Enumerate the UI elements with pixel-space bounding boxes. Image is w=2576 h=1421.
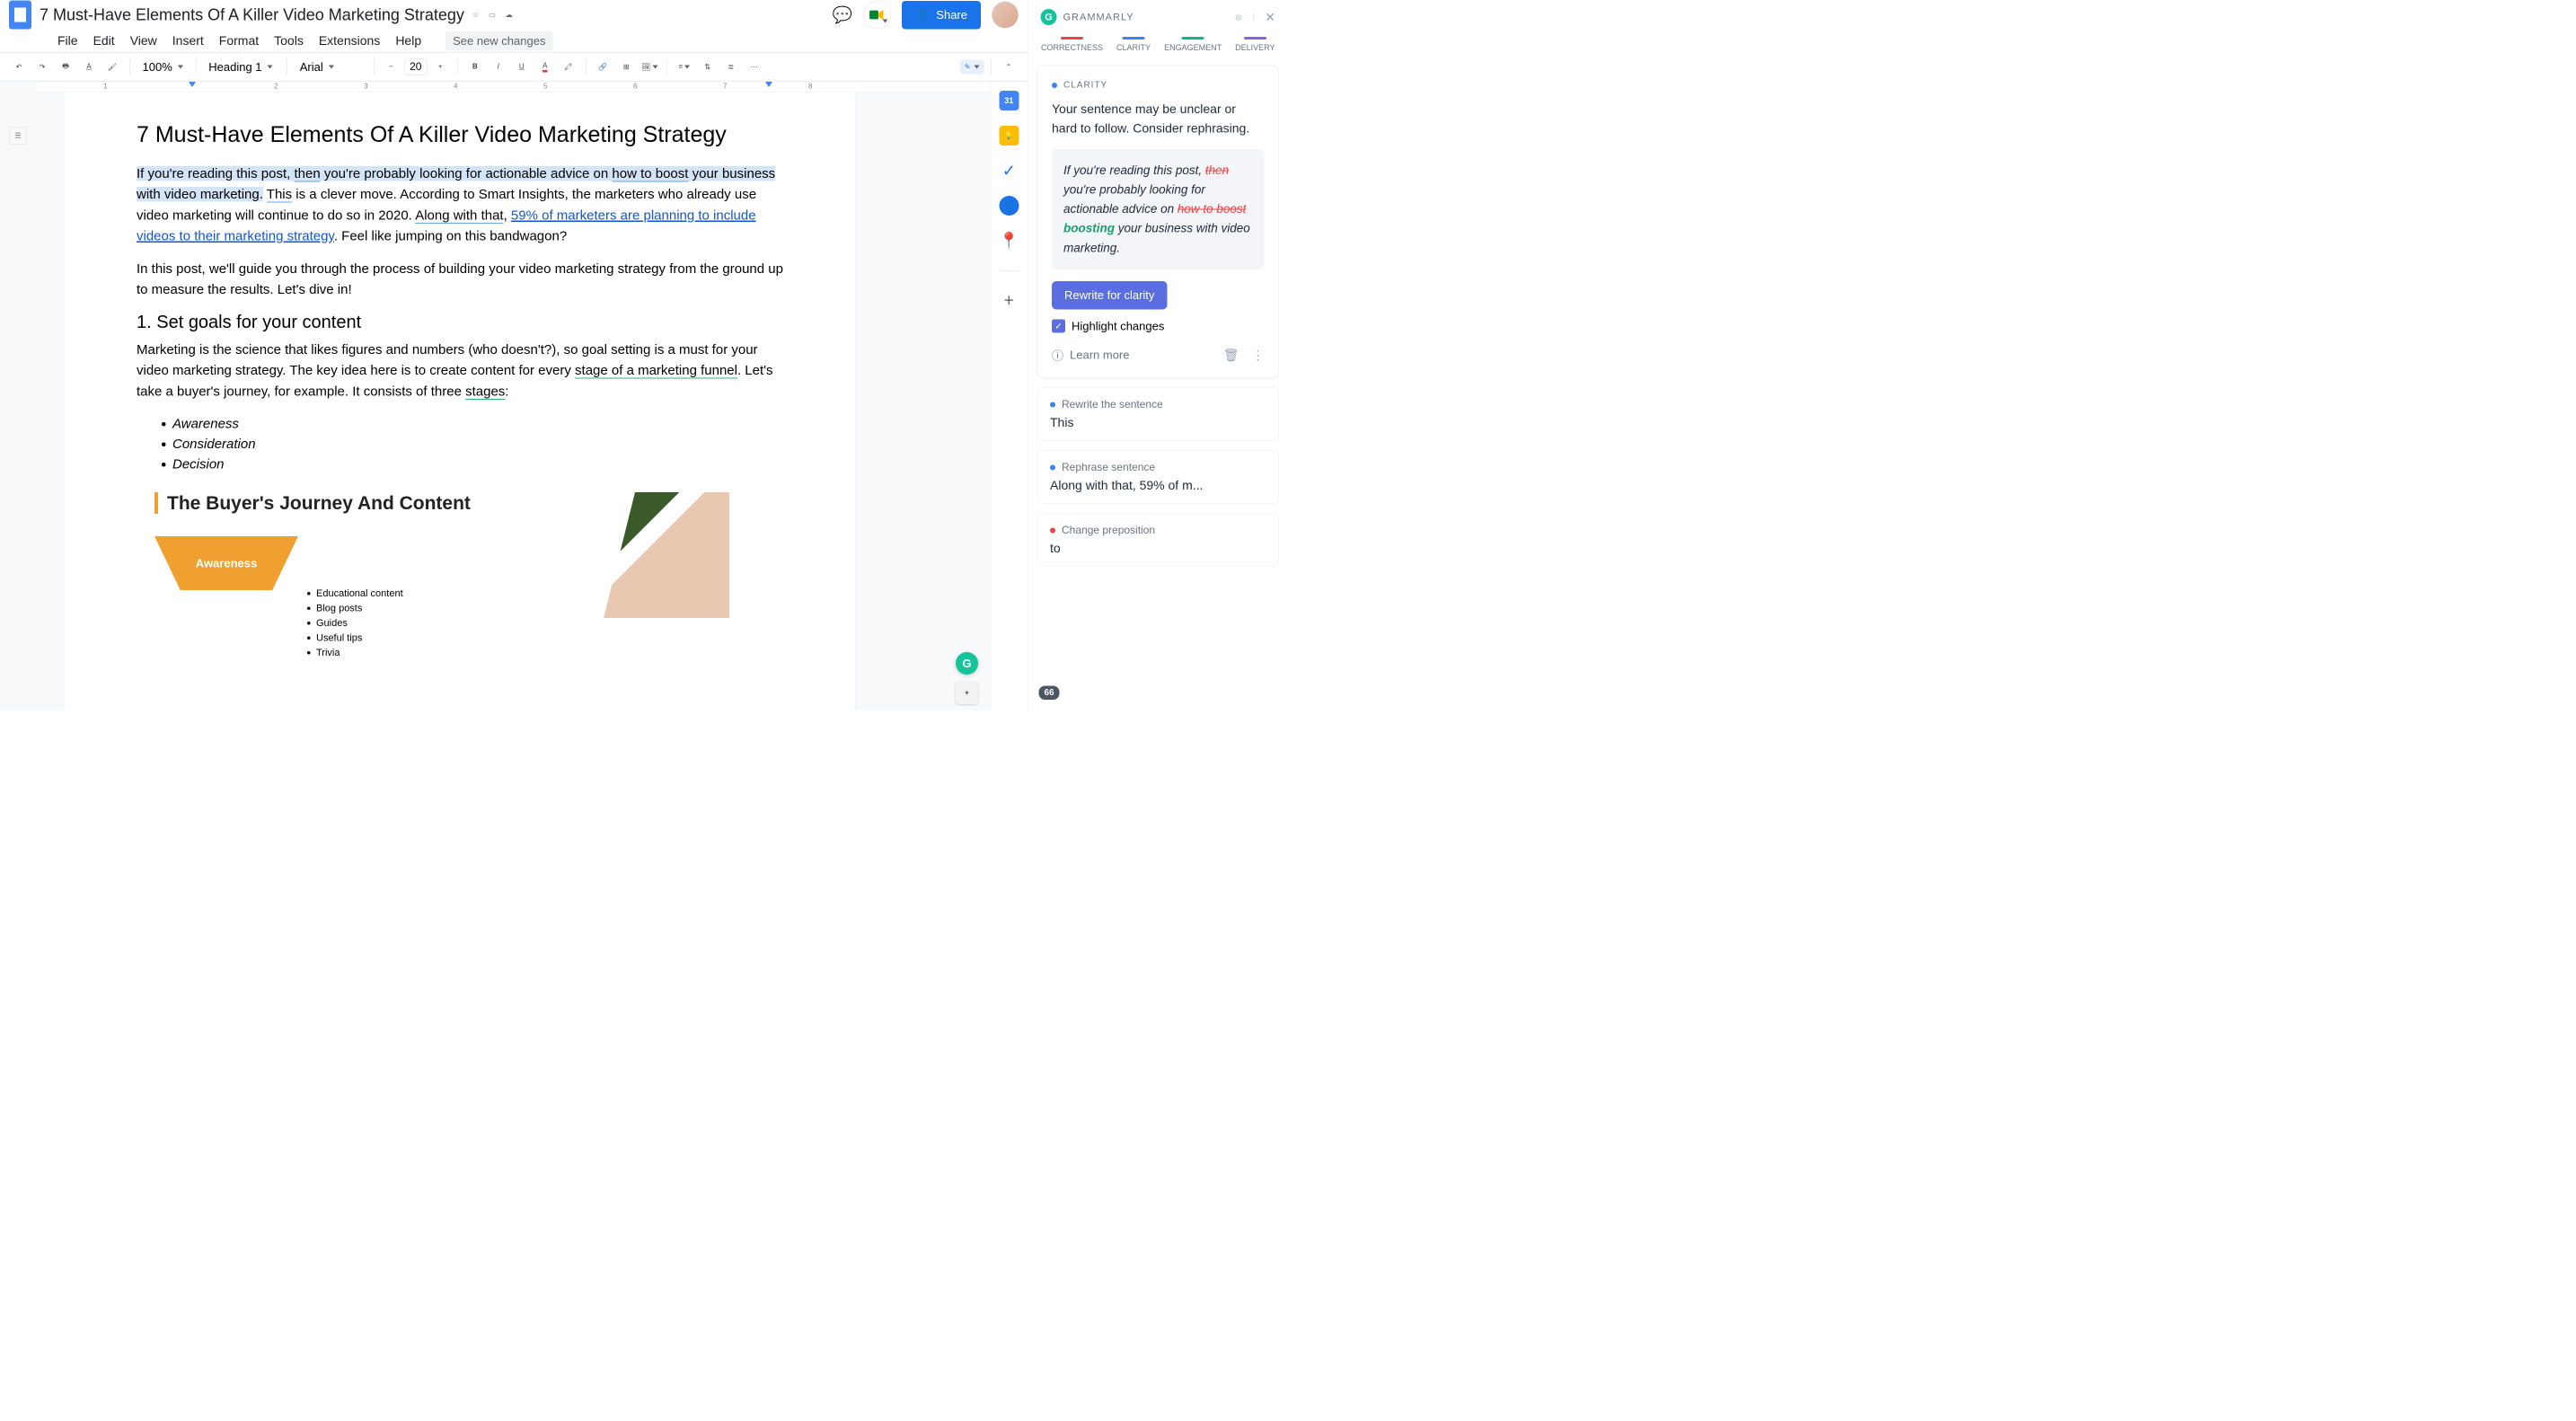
suggestion-text: If you're reading this post, then you're… [1052,149,1265,269]
doc-paragraph: In this post, we'll guide you through th… [137,259,783,301]
person-icon: 👤 [915,8,930,22]
doc-bullet-list: Awareness Consideration Decision [172,414,783,475]
tab-clarity[interactable]: CLARITY [1116,37,1151,53]
collapse-toolbar-icon[interactable]: ⌃ [999,57,1019,77]
comments-icon[interactable]: 💬 [833,5,852,24]
card-message: Your sentence may be unclear or hard to … [1052,100,1265,138]
doc-paragraph: If you're reading this post, then you're… [137,163,783,247]
trash-icon[interactable]: 🗑 [1223,348,1239,363]
editing-mode[interactable]: ✎ [960,60,984,75]
menu-help[interactable]: Help [395,34,421,49]
rewrite-for-clarity-button[interactable]: Rewrite for clarity [1052,281,1167,310]
highlight-icon[interactable]: 🖍 [559,57,578,77]
underline-icon[interactable]: U [512,57,532,77]
close-icon[interactable]: ✕ [1265,10,1275,25]
funnel-awareness: Awareness [154,536,298,590]
menu-format[interactable]: Format [219,34,259,49]
more-icon[interactable]: ⋯ [745,57,764,77]
align-icon[interactable]: ≡ [675,57,694,77]
numbered-list-icon[interactable]: ≣ [721,57,741,77]
tab-engagement[interactable]: ENGAGEMENT [1164,37,1222,53]
menu-tools[interactable]: Tools [274,34,304,49]
document-outline-icon[interactable]: ☰ [9,127,27,145]
highlight-changes-checkbox[interactable]: ✓ [1052,320,1065,333]
document-page[interactable]: 7 Must-Have Elements Of A Killer Video M… [65,93,855,710]
font-size-increase[interactable]: + [430,57,450,77]
doc-paragraph: Marketing is the science that likes figu… [137,340,783,402]
font-select[interactable]: Arial [295,60,366,75]
clarity-card: CLARITY Your sentence may be unclear or … [1037,66,1280,378]
keep-icon[interactable]: 💡 [999,126,1019,146]
contacts-icon[interactable]: 👤 [999,196,1019,216]
font-size-input[interactable] [404,58,427,75]
add-comment-icon[interactable]: ⊞ [616,57,636,77]
line-spacing-icon[interactable]: ⇅ [698,57,718,77]
print-icon[interactable]: 🖶 [56,57,75,77]
tasks-icon[interactable]: ✓ [999,161,1019,181]
menu-extensions[interactable]: Extensions [319,34,380,49]
suggestion-card[interactable]: Change preposition to [1037,513,1280,567]
spellcheck-icon[interactable]: A [79,57,99,77]
card-label: CLARITY [1063,80,1107,91]
meet-button[interactable] [863,1,891,29]
see-new-changes[interactable]: See new changes [446,31,552,51]
tab-correctness[interactable]: CORRECTNESS [1041,37,1103,53]
menu-file[interactable]: File [57,34,78,49]
grammarly-fab-icon[interactable]: G [956,652,978,675]
zoom-select[interactable]: 100% [137,60,189,75]
goals-icon[interactable]: ◎ [1235,13,1241,22]
account-avatar[interactable] [992,2,1019,29]
font-size-decrease[interactable]: − [381,57,401,77]
move-icon[interactable]: ▭ [489,11,496,20]
tab-delivery[interactable]: DELIVERY [1235,37,1275,53]
insert-link-icon[interactable]: 🔗 [593,57,613,77]
suggestion-card[interactable]: Rephrase sentence Along with that, 59% o… [1037,450,1280,504]
bold-icon[interactable]: B [465,57,485,77]
menu-edit[interactable]: Edit [93,34,115,49]
calendar-icon[interactable]: 31 [999,91,1019,110]
more-options-icon[interactable]: ⋮ [1252,348,1265,363]
star-icon[interactable]: ☆ [472,11,479,20]
paint-format-icon[interactable]: 🖌 [102,57,122,77]
style-select[interactable]: Heading 1 [203,60,279,75]
text-color-icon[interactable]: A [535,57,555,77]
highlight-changes-label: Highlight changes [1072,319,1164,333]
document-title[interactable]: 7 Must-Have Elements Of A Killer Video M… [40,5,464,24]
grammarly-logo-icon: G [1041,9,1057,25]
add-addon-icon[interactable]: + [999,291,1019,311]
doc-heading-2: 1. Set goals for your content [137,312,783,332]
suggestion-count-badge[interactable]: 66 [1039,686,1060,701]
menu-insert[interactable]: Insert [172,34,204,49]
grammarly-brand: GRAMMARLY [1063,12,1134,23]
buyers-journey-graphic: The Buyer's Journey And Content Awarenes… [137,492,783,672]
google-docs-icon[interactable] [9,1,31,30]
help-icon[interactable]: ⓘ [1052,347,1063,364]
maps-icon[interactable]: 📍 [999,231,1019,251]
share-label: Share [936,8,967,22]
explore-icon[interactable]: ✦ [956,682,978,704]
doc-heading-1: 7 Must-Have Elements Of A Killer Video M… [137,119,783,150]
learn-more-link[interactable]: Learn more [1070,348,1129,362]
ruler[interactable]: 1 2 3 4 5 6 7 8 [36,82,990,93]
share-button[interactable]: 👤 Share [902,1,981,30]
menu-view[interactable]: View [130,34,157,49]
undo-icon[interactable]: ↶ [9,57,29,77]
insert-image-icon[interactable]: 🖼 [640,57,659,77]
italic-icon[interactable]: I [489,57,508,77]
cloud-status-icon[interactable]: ☁ [506,11,513,20]
redo-icon[interactable]: ↷ [32,57,52,77]
suggestion-card[interactable]: Rewrite the sentence This [1037,387,1280,441]
